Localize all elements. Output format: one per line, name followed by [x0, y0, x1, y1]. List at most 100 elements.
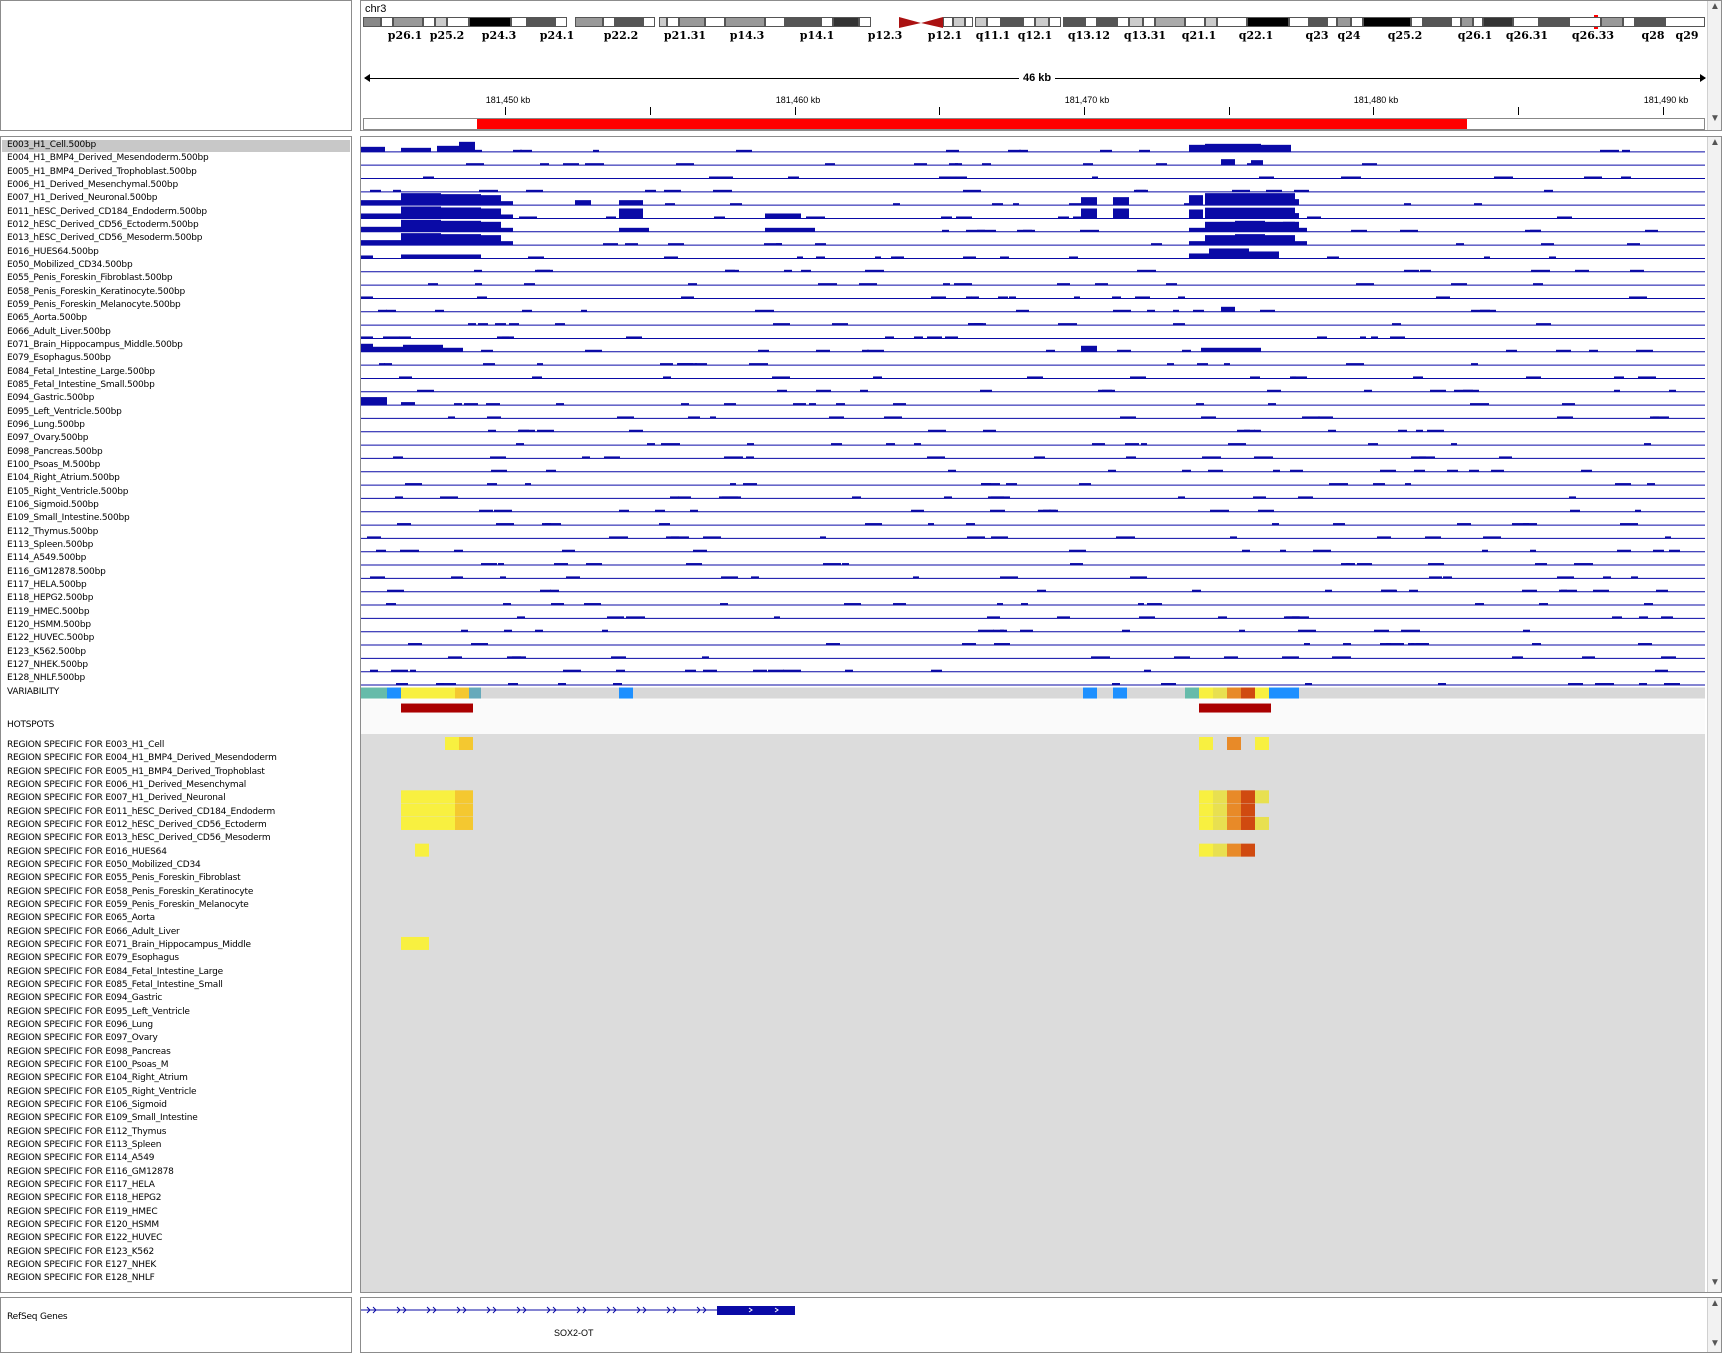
signal-track-label[interactable]: E071_Brain_Hippocampus_Middle.500bp: [7, 340, 183, 350]
signal-track-label[interactable]: E104_Right_Atrium.500bp: [7, 473, 120, 483]
region-track-label[interactable]: REGION SPECIFIC FOR E058_Penis_Foreskin_…: [7, 887, 253, 897]
signal-track-label[interactable]: E005_H1_BMP4_Derived_Trophoblast.500bp: [7, 167, 197, 177]
region-track-label[interactable]: REGION SPECIFIC FOR E012_hESC_Derived_CD…: [7, 820, 267, 830]
signal-track-label[interactable]: E100_Psoas_M.500bp: [7, 460, 100, 470]
region-track-label[interactable]: REGION SPECIFIC FOR E011_hESC_Derived_CD…: [7, 807, 275, 817]
signal-track-label[interactable]: E120_HSMM.500bp: [7, 620, 91, 630]
region-track-label[interactable]: REGION SPECIFIC FOR E007_H1_Derived_Neur…: [7, 793, 226, 803]
region-track-label[interactable]: REGION SPECIFIC FOR E084_Fetal_Intestine…: [7, 967, 223, 977]
signal-track-label[interactable]: E055_Penis_Foreskin_Fibroblast.500bp: [7, 273, 173, 283]
signal-track-label[interactable]: E058_Penis_Foreskin_Keratinocyte.500bp: [7, 287, 185, 297]
signal-track-label[interactable]: E112_Thymus.500bp: [7, 527, 98, 537]
signal-track-label[interactable]: E006_H1_Derived_Mesenchymal.500bp: [7, 180, 178, 190]
refseq-scrollbar[interactable]: ▲ ▼: [1707, 1298, 1721, 1352]
region-track-label[interactable]: REGION SPECIFIC FOR E112_Thymus: [7, 1127, 166, 1137]
region-track-label[interactable]: REGION SPECIFIC FOR E003_H1_Cell: [7, 740, 164, 750]
region-track-label[interactable]: REGION SPECIFIC FOR E104_Right_Atrium: [7, 1073, 188, 1083]
signal-noise-bar: [532, 376, 542, 379]
signal-track-label[interactable]: E116_GM12878.500bp: [7, 567, 106, 577]
region-track-label[interactable]: REGION SPECIFIC FOR E006_H1_Derived_Mese…: [7, 780, 246, 790]
refseq-track-label[interactable]: RefSeq Genes: [7, 1312, 68, 1322]
signal-track-label[interactable]: E118_HEPG2.500bp: [7, 593, 93, 603]
signal-noise-bar: [1069, 256, 1078, 259]
region-track-label[interactable]: REGION SPECIFIC FOR E106_Sigmoid: [7, 1100, 167, 1110]
scroll-up-icon[interactable]: ▲: [1710, 1298, 1720, 1309]
gene-name-label[interactable]: SOX2-OT: [554, 1328, 594, 1338]
signal-track-label[interactable]: E059_Penis_Foreskin_Melanocyte.500bp: [7, 300, 181, 310]
signal-track-label[interactable]: E004_H1_BMP4_Derived_Mesendoderm.500bp: [7, 153, 209, 163]
region-track-label[interactable]: REGION SPECIFIC FOR E079_Esophagus: [7, 953, 179, 963]
region-track-label[interactable]: REGION SPECIFIC FOR E085_Fetal_Intestine…: [7, 980, 223, 990]
signal-track-label[interactable]: E119_HMEC.500bp: [7, 607, 90, 617]
signal-track-label[interactable]: E117_HELA.500bp: [7, 580, 87, 590]
region-track-label[interactable]: REGION SPECIFIC FOR E123_K562: [7, 1247, 154, 1257]
signal-track-label[interactable]: E007_H1_Derived_Neuronal.500bp: [7, 193, 157, 203]
scroll-down-icon[interactable]: ▼: [1710, 113, 1720, 124]
signal-track-label[interactable]: E065_Aorta.500bp: [7, 313, 87, 323]
region-track-label[interactable]: REGION SPECIFIC FOR E094_Gastric: [7, 993, 162, 1003]
region-track-label[interactable]: REGION SPECIFIC FOR E095_Left_Ventricle: [7, 1007, 190, 1017]
region-track-label[interactable]: REGION SPECIFIC FOR E005_H1_BMP4_Derived…: [7, 767, 265, 777]
signal-track-label[interactable]: E105_Right_Ventricle.500bp: [7, 487, 128, 497]
scroll-up-icon[interactable]: ▲: [1710, 1, 1720, 12]
signal-track-label[interactable]: E003_H1_Cell.500bp: [7, 140, 96, 150]
signal-track-label[interactable]: E096_Lung.500bp: [7, 420, 85, 430]
scroll-up-icon[interactable]: ▲: [1710, 137, 1720, 148]
region-track-label[interactable]: REGION SPECIFIC FOR E055_Penis_Foreskin_…: [7, 873, 241, 883]
region-track-label[interactable]: REGION SPECIFIC FOR E050_Mobilized_CD34: [7, 860, 201, 870]
signal-track-label[interactable]: E127_NHEK.500bp: [7, 660, 88, 670]
region-track-label[interactable]: REGION SPECIFIC FOR E114_A549: [7, 1153, 154, 1163]
signal-track-label[interactable]: E016_HUES64.500bp: [7, 247, 99, 257]
region-track-label[interactable]: REGION SPECIFIC FOR E013_hESC_Derived_CD…: [7, 833, 271, 843]
region-track-label[interactable]: REGION SPECIFIC FOR E097_Ovary: [7, 1033, 158, 1043]
signal-track-label[interactable]: E085_Fetal_Intestine_Small.500bp: [7, 380, 155, 390]
region-track-label[interactable]: REGION SPECIFIC FOR E116_GM12878: [7, 1167, 174, 1177]
header-scrollbar[interactable]: ▲ ▼: [1707, 1, 1721, 130]
region-track-label[interactable]: REGION SPECIFIC FOR E117_HELA: [7, 1180, 155, 1190]
signal-track-label[interactable]: E011_hESC_Derived_CD184_Endoderm.500bp: [7, 207, 207, 217]
region-track-label[interactable]: REGION SPECIFIC FOR E120_HSMM: [7, 1220, 159, 1230]
scroll-down-icon[interactable]: ▼: [1710, 1277, 1720, 1288]
region-track-label[interactable]: REGION SPECIFIC FOR E118_HEPG2: [7, 1193, 162, 1203]
signal-track-label[interactable]: E012_hESC_Derived_CD56_Ectoderm.500bp: [7, 220, 199, 230]
region-track-label[interactable]: REGION SPECIFIC FOR E109_Small_Intestine: [7, 1113, 198, 1123]
signal-track-label[interactable]: E128_NHLF.500bp: [7, 673, 85, 683]
region-track-label[interactable]: REGION SPECIFIC FOR E105_Right_Ventricle: [7, 1087, 197, 1097]
signal-track-label[interactable]: E095_Left_Ventricle.500bp: [7, 407, 122, 417]
region-track-label[interactable]: REGION SPECIFIC FOR E122_HUVEC: [7, 1233, 162, 1243]
signal-track-label[interactable]: E113_Spleen.500bp: [7, 540, 93, 550]
region-track-label[interactable]: REGION SPECIFIC FOR E127_NHEK: [7, 1260, 156, 1270]
signal-noise-bar: [1494, 176, 1513, 179]
signal-track-label[interactable]: E098_Pancreas.500bp: [7, 447, 103, 457]
signal-track-label[interactable]: E106_Sigmoid.500bp: [7, 500, 99, 510]
region-track-label[interactable]: REGION SPECIFIC FOR E016_HUES64: [7, 847, 167, 857]
signal-track-label[interactable]: E109_Small_Intestine.500bp: [7, 513, 130, 523]
region-track-label[interactable]: REGION SPECIFIC FOR E059_Penis_Foreskin_…: [7, 900, 249, 910]
region-track-label[interactable]: REGION SPECIFIC FOR E004_H1_BMP4_Derived…: [7, 753, 277, 763]
region-track-label[interactable]: REGION SPECIFIC FOR E119_HMEC: [7, 1207, 158, 1217]
refseq-track-svg[interactable]: [361, 1298, 1705, 1352]
signal-track-label[interactable]: E114_A549.500bp: [7, 553, 86, 563]
signal-track-label[interactable]: E079_Esophagus.500bp: [7, 353, 111, 363]
region-track-label[interactable]: REGION SPECIFIC FOR E066_Adult_Liver: [7, 927, 180, 937]
signal-track-label[interactable]: E097_Ovary.500bp: [7, 433, 89, 443]
signal-track-label[interactable]: E066_Adult_Liver.500bp: [7, 327, 111, 337]
region-track-label[interactable]: REGION SPECIFIC FOR E128_NHLF: [7, 1273, 155, 1283]
region-track-label[interactable]: REGION SPECIFIC FOR E065_Aorta: [7, 913, 155, 923]
region-track-label[interactable]: REGION SPECIFIC FOR E098_Pancreas: [7, 1047, 171, 1057]
signal-track-label[interactable]: E013_hESC_Derived_CD56_Mesoderm.500bp: [7, 233, 202, 243]
signal-track-label[interactable]: E122_HUVEC.500bp: [7, 633, 94, 643]
region-track-label[interactable]: REGION SPECIFIC FOR E113_Spleen: [7, 1140, 161, 1150]
region-track-label[interactable]: REGION SPECIFIC FOR E071_Brain_Hippocamp…: [7, 940, 251, 950]
signal-track-label[interactable]: E050_Mobilized_CD34.500bp: [7, 260, 133, 270]
region-track-label[interactable]: REGION SPECIFIC FOR E096_Lung: [7, 1020, 153, 1030]
scroll-down-icon[interactable]: ▼: [1710, 1338, 1720, 1349]
data-tracks-svg[interactable]: [361, 137, 1705, 1292]
signal-track-label[interactable]: E123_K562.500bp: [7, 647, 86, 657]
variability-track-label[interactable]: VARIABILITY: [7, 687, 59, 697]
data-scrollbar[interactable]: ▲ ▼: [1707, 137, 1721, 1292]
signal-track-label[interactable]: E094_Gastric.500bp: [7, 393, 94, 403]
region-track-label[interactable]: REGION SPECIFIC FOR E100_Psoas_M: [7, 1060, 168, 1070]
signal-track-label[interactable]: E084_Fetal_Intestine_Large.500bp: [7, 367, 155, 377]
hotspots-track-label[interactable]: HOTSPOTS: [7, 720, 54, 730]
